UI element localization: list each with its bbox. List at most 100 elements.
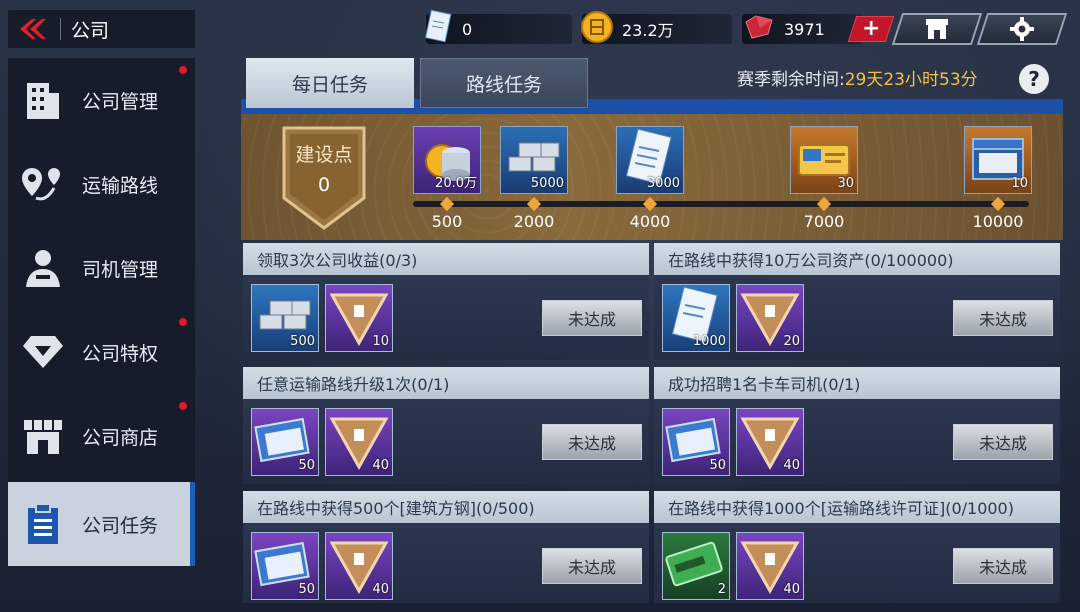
milestone-label: 500 [431, 212, 463, 231]
season-label: 赛季剩余时间: [737, 70, 845, 90]
store-icon [923, 17, 951, 41]
milestone-reward[interactable]: 3000 [616, 126, 684, 194]
task-reward-item[interactable]: 40 [325, 532, 393, 600]
item-qty: 20 [783, 334, 800, 349]
tab-route-tasks[interactable]: 路线任务 [420, 58, 588, 108]
sidebar-item-company-management[interactable]: 公司管理 [8, 58, 195, 142]
reward-qty: 30 [837, 176, 854, 191]
build-point-label: 建设点 [295, 144, 353, 166]
coin-count: 23.2万 [622, 21, 674, 40]
task-title: 在路线中获得10万公司资产(0/100000) [654, 243, 1060, 275]
gear-icon [1010, 17, 1034, 41]
sidebar-item-driver-management[interactable]: 司机管理 [8, 226, 195, 310]
resource-coin: 23.2万 [581, 11, 732, 44]
task-reward-item[interactable]: 50 [251, 532, 319, 600]
milestone-label: 4000 [629, 212, 671, 231]
task-reward-item[interactable]: 500 [251, 284, 319, 352]
milestone-reward[interactable]: 20.0万 [413, 126, 481, 194]
milestone-label: 10000 [972, 212, 1024, 231]
item-qty: 500 [290, 334, 315, 349]
shop-button[interactable] [891, 13, 983, 45]
progress-track [413, 201, 1029, 207]
sidebar-item-company-store[interactable]: 公司商店 [8, 394, 195, 478]
task-reward-item[interactable]: 20 [736, 284, 804, 352]
notification-dot [179, 66, 187, 74]
sidebar-item-company-tasks[interactable]: 公司任务 [8, 482, 195, 566]
coin-icon [580, 10, 614, 48]
task-title: 在路线中获得1000个[运输路线许可证](0/1000) [654, 491, 1060, 523]
task-reward-item[interactable]: 40 [736, 408, 804, 476]
sidebar-item-label: 公司任务 [82, 514, 159, 537]
item-qty: 1000 [692, 334, 726, 349]
settings-button[interactable] [976, 13, 1068, 45]
task-card: 2 40 未达成 [654, 523, 1060, 603]
task-title: 领取3次公司收益(0/3) [243, 243, 649, 275]
sidebar-item-label: 公司管理 [82, 90, 159, 113]
task-status-button[interactable]: 未达成 [542, 300, 642, 336]
milestone-reward[interactable]: 30 [790, 126, 858, 194]
permit-count: 0 [462, 19, 473, 39]
gem-count: 3971 [784, 19, 825, 39]
task-reward-item[interactable]: 50 [251, 408, 319, 476]
task-card: 50 40 未达成 [654, 399, 1060, 484]
permit-doc-icon [422, 9, 454, 49]
driver-icon [8, 247, 78, 289]
sidebar-item-label: 运输路线 [82, 174, 159, 197]
task-reward-item[interactable]: 1000 [662, 284, 730, 352]
page-title: 公司 [71, 19, 110, 42]
reward-qty: 20.0万 [435, 176, 477, 191]
build-point-value: 0 [317, 174, 331, 196]
item-qty: 50 [298, 582, 315, 597]
gem-icon [742, 14, 776, 44]
item-qty: 40 [783, 582, 800, 597]
task-reward-item[interactable]: 40 [736, 532, 804, 600]
sidebar-item-label: 公司特权 [82, 342, 159, 365]
reward-qty: 5000 [530, 176, 564, 191]
task-status-button[interactable]: 未达成 [542, 424, 642, 460]
sidebar-item-label: 司机管理 [82, 258, 159, 281]
resource-gem: 3971 [742, 14, 862, 44]
item-qty: 50 [298, 458, 315, 473]
title-divider [60, 18, 61, 40]
store-icon [8, 416, 78, 456]
resource-permit: 0 [424, 9, 572, 44]
item-qty: 50 [709, 458, 726, 473]
help-button[interactable]: ? [1019, 64, 1049, 94]
notification-dot [179, 318, 187, 326]
diamond-icon [8, 334, 78, 370]
item-qty: 10 [372, 334, 389, 349]
task-title: 在路线中获得500个[建筑方钢](0/500) [243, 491, 649, 523]
task-reward-item[interactable]: 2 [662, 532, 730, 600]
task-status-button[interactable]: 未达成 [953, 548, 1053, 584]
sidebar: 公司管理 运输路线 司机管理 公司特权 公司商店 公司任务 [8, 58, 195, 566]
reward-qty: 3000 [646, 176, 680, 191]
tab-daily-tasks[interactable]: 每日任务 [246, 58, 414, 108]
notification-dot [179, 402, 187, 410]
route-pin-icon [8, 164, 78, 204]
back-arrow-icon[interactable] [8, 10, 60, 48]
milestone-reward[interactable]: 10 [964, 126, 1032, 194]
milestone-label: 7000 [803, 212, 845, 231]
plus-icon: + [861, 16, 881, 41]
sidebar-item-transport-routes[interactable]: 运输路线 [8, 142, 195, 226]
clipboard-icon [8, 502, 78, 546]
milestone-reward[interactable]: 5000 [500, 126, 568, 194]
task-card: 500 10 未达成 [243, 275, 649, 360]
task-reward-item[interactable]: 40 [325, 408, 393, 476]
item-qty: 40 [372, 458, 389, 473]
task-status-button[interactable]: 未达成 [542, 548, 642, 584]
milestone-label: 2000 [513, 212, 555, 231]
task-status-button[interactable]: 未达成 [953, 424, 1053, 460]
reward-qty: 10 [1011, 176, 1028, 191]
sidebar-item-company-privileges[interactable]: 公司特权 [8, 310, 195, 394]
task-status-button[interactable]: 未达成 [953, 300, 1053, 336]
item-qty: 40 [372, 582, 389, 597]
question-icon: ? [1028, 67, 1040, 91]
season-remaining: 29天23小时53分 [844, 70, 978, 90]
building-icon [8, 79, 78, 121]
sidebar-item-label: 公司商店 [82, 426, 159, 449]
task-reward-item[interactable]: 10 [325, 284, 393, 352]
task-card: 50 40 未达成 [243, 399, 649, 484]
item-qty: 2 [717, 582, 726, 597]
task-reward-item[interactable]: 50 [662, 408, 730, 476]
